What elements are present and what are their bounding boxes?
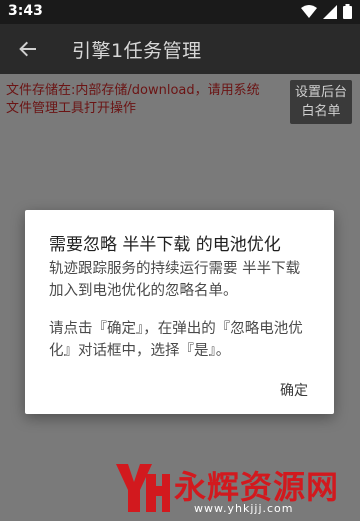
wifi-icon	[301, 4, 317, 18]
dialog-message-2: 请点击『确定』，在弹出的『忽略电池优化』对话框中，选择『是』。	[49, 321, 303, 359]
page-title: 引擎1任务管理	[72, 40, 202, 62]
dialog-ok-button[interactable]: 确定	[272, 376, 316, 404]
battery-icon	[343, 4, 352, 19]
watermark-url: www.yhkjjj.com	[194, 502, 294, 515]
arrow-back-icon	[19, 41, 36, 57]
watermark: 永辉资源网 www.yhkjjj.com	[112, 458, 357, 518]
signal-icon	[323, 4, 337, 19]
dialog-body: 轨迹跟踪服务的持续运行需要 半半下载 加入到电池优化的忽略名单。 请点击『确定』…	[49, 258, 313, 378]
status-time: 3:43	[8, 3, 43, 19]
storage-notice: 文件存储在:内部存储/download，请用系统文件管理工具打开操作	[6, 83, 260, 116]
status-icons	[301, 4, 352, 19]
battery-optimization-dialog: 需要忽略 半半下载 的电池优化 轨迹跟踪服务的持续运行需要 半半下载 加入到电池…	[25, 210, 334, 414]
back-button[interactable]	[10, 32, 46, 66]
whitelist-button-label: 设置后台白名单	[294, 85, 347, 119]
dialog-title: 需要忽略 半半下载 的电池优化	[49, 235, 281, 255]
app-bar: 引擎1任务管理	[0, 24, 360, 74]
dialog-message-1: 轨迹跟踪服务的持续运行需要 半半下载 加入到电池优化的忽略名单。	[49, 261, 301, 299]
set-background-whitelist-button[interactable]: 设置后台白名单	[290, 80, 352, 124]
status-bar: 3:43	[0, 0, 360, 24]
watermark-logo	[116, 464, 170, 512]
